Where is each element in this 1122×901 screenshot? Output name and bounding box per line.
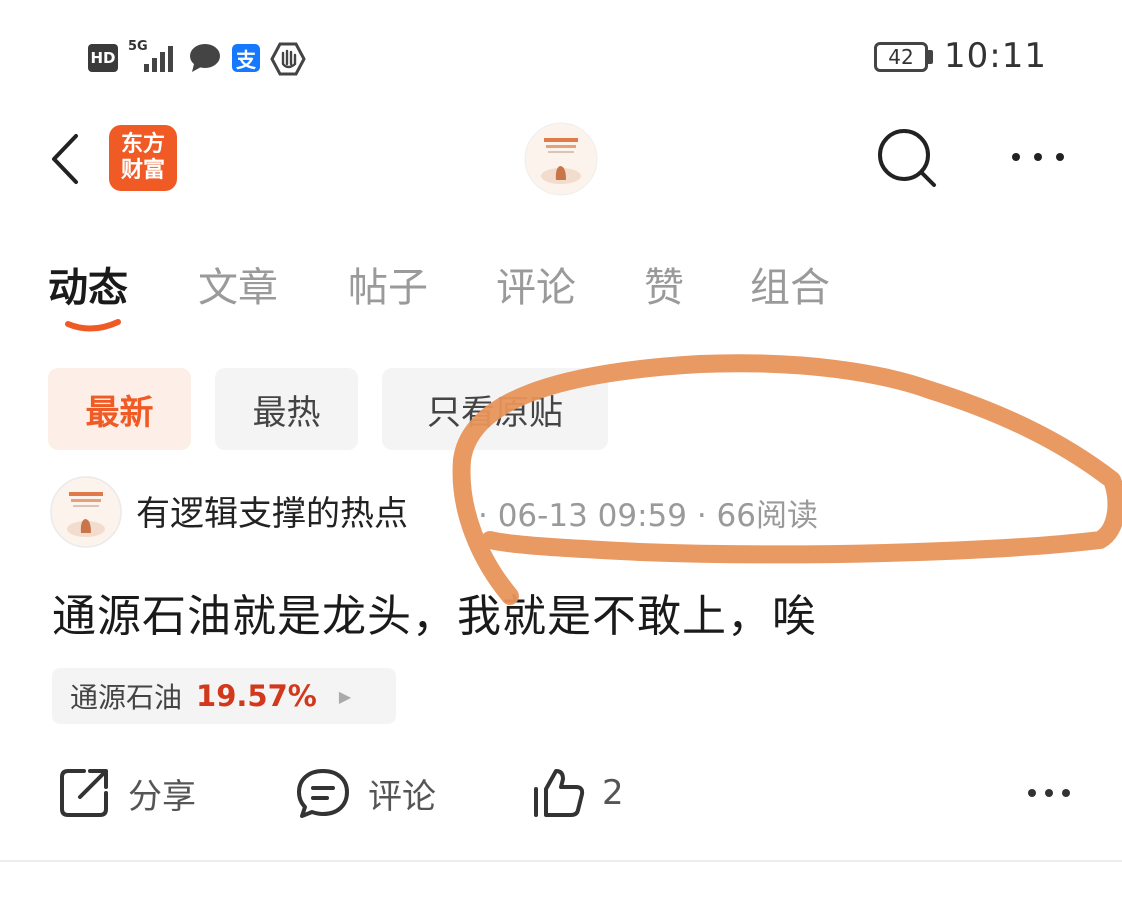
- app-logo[interactable]: 东方 财富: [109, 125, 177, 191]
- clock-time: 10:11: [944, 36, 1047, 76]
- tab-portfolios[interactable]: 组合: [750, 255, 830, 313]
- comment-button[interactable]: 评论: [294, 764, 436, 822]
- signal-icon: [144, 46, 173, 72]
- active-tab-indicator: [65, 319, 121, 332]
- status-bar: HD 5G 支 42 10:11: [0, 0, 1122, 110]
- author-avatar[interactable]: [50, 476, 122, 548]
- stock-tag[interactable]: 通源石油 19.57% ▶: [52, 668, 396, 724]
- tab-articles[interactable]: 文章: [198, 255, 278, 313]
- search-icon[interactable]: [872, 126, 942, 190]
- more-icon[interactable]: [1008, 140, 1068, 174]
- hand-gesture-icon: [270, 42, 306, 76]
- back-arrow-icon[interactable]: [44, 130, 92, 188]
- tab-posts[interactable]: 帖子: [348, 255, 428, 313]
- alipay-icon: 支: [232, 44, 260, 72]
- thumbs-up-icon: [534, 769, 585, 817]
- stock-name: 通源石油: [70, 681, 183, 714]
- post-meta: · 06-13 09:59 · 66阅读: [478, 498, 818, 534]
- like-button[interactable]: 2: [530, 764, 624, 822]
- comment-icon: [297, 769, 349, 818]
- share-icon: [60, 769, 108, 817]
- tab-likes[interactable]: 赞: [644, 255, 684, 313]
- filter-hottest[interactable]: 最热: [215, 368, 358, 450]
- post-author-name[interactable]: 有逻辑支撑的热点: [136, 486, 408, 535]
- message-icon: [190, 44, 220, 72]
- filter-original-only[interactable]: 只看原贴: [382, 368, 608, 450]
- post-content[interactable]: 通源石油就是龙头，我就是不敢上，唉: [52, 580, 817, 644]
- battery-icon: 42: [874, 42, 928, 72]
- share-button[interactable]: 分享: [56, 764, 196, 822]
- stock-change: 19.57%: [196, 679, 317, 713]
- share-label: 分享: [128, 776, 196, 817]
- play-arrow-icon: ▶: [338, 686, 352, 706]
- tab-comments[interactable]: 评论: [496, 255, 576, 313]
- filter-latest[interactable]: 最新: [48, 368, 191, 450]
- tab-dynamics[interactable]: 动态: [48, 255, 128, 313]
- divider: [0, 860, 1122, 862]
- logo-line-1: 东方: [120, 132, 165, 157]
- post-more-icon[interactable]: [1026, 782, 1072, 804]
- hd-icon: HD: [88, 44, 118, 72]
- logo-line-2: 财富: [120, 158, 165, 183]
- comment-label: 评论: [368, 776, 436, 817]
- profile-avatar[interactable]: [524, 122, 598, 196]
- battery-tip: [928, 50, 933, 64]
- like-count: 2: [602, 773, 624, 813]
